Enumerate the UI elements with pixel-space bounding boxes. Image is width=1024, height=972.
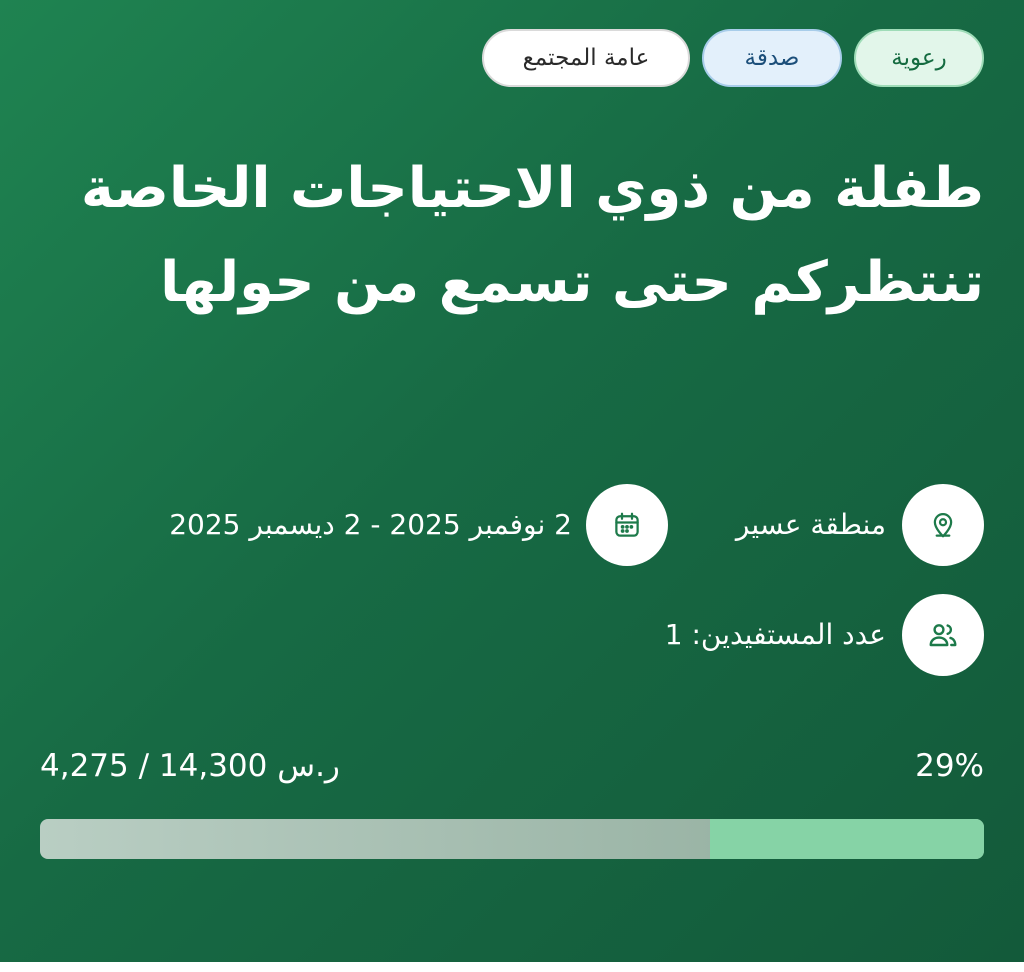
campaign-card[interactable]: رعوية صدقة عامة المجتمع طفلة من ذوي الاح… xyxy=(0,0,1024,962)
beneficiaries-text: عدد المستفيدين: 1 xyxy=(664,618,886,651)
location-icon-circle xyxy=(902,484,984,566)
tag-category[interactable]: رعوية xyxy=(854,29,984,87)
users-icon xyxy=(929,624,957,647)
tag-audience[interactable]: عامة المجتمع xyxy=(482,29,690,87)
tag-list: رعوية صدقة عامة المجتمع xyxy=(482,29,984,87)
progress-bar xyxy=(40,819,984,859)
raised-amount: 4,275 / 14,300 ر.س xyxy=(40,748,340,784)
date-icon-circle xyxy=(586,484,668,566)
progress-fill xyxy=(710,819,984,859)
beneficiaries-icon-circle xyxy=(902,594,984,676)
date-range-text: 2 نوفمبر 2025 - 2 ديسمبر 2025 xyxy=(169,508,572,541)
location-pin-icon xyxy=(933,513,953,538)
location-text: منطقة عسير xyxy=(735,508,886,541)
progress-percent: 29% xyxy=(915,748,984,784)
campaign-title: طفلة من ذوي الاحتياجات الخاصة تنتظركم حت… xyxy=(80,156,984,315)
calendar-icon xyxy=(615,512,639,537)
tag-type[interactable]: صدقة xyxy=(702,29,842,87)
card-bottom-edge xyxy=(0,962,1024,972)
